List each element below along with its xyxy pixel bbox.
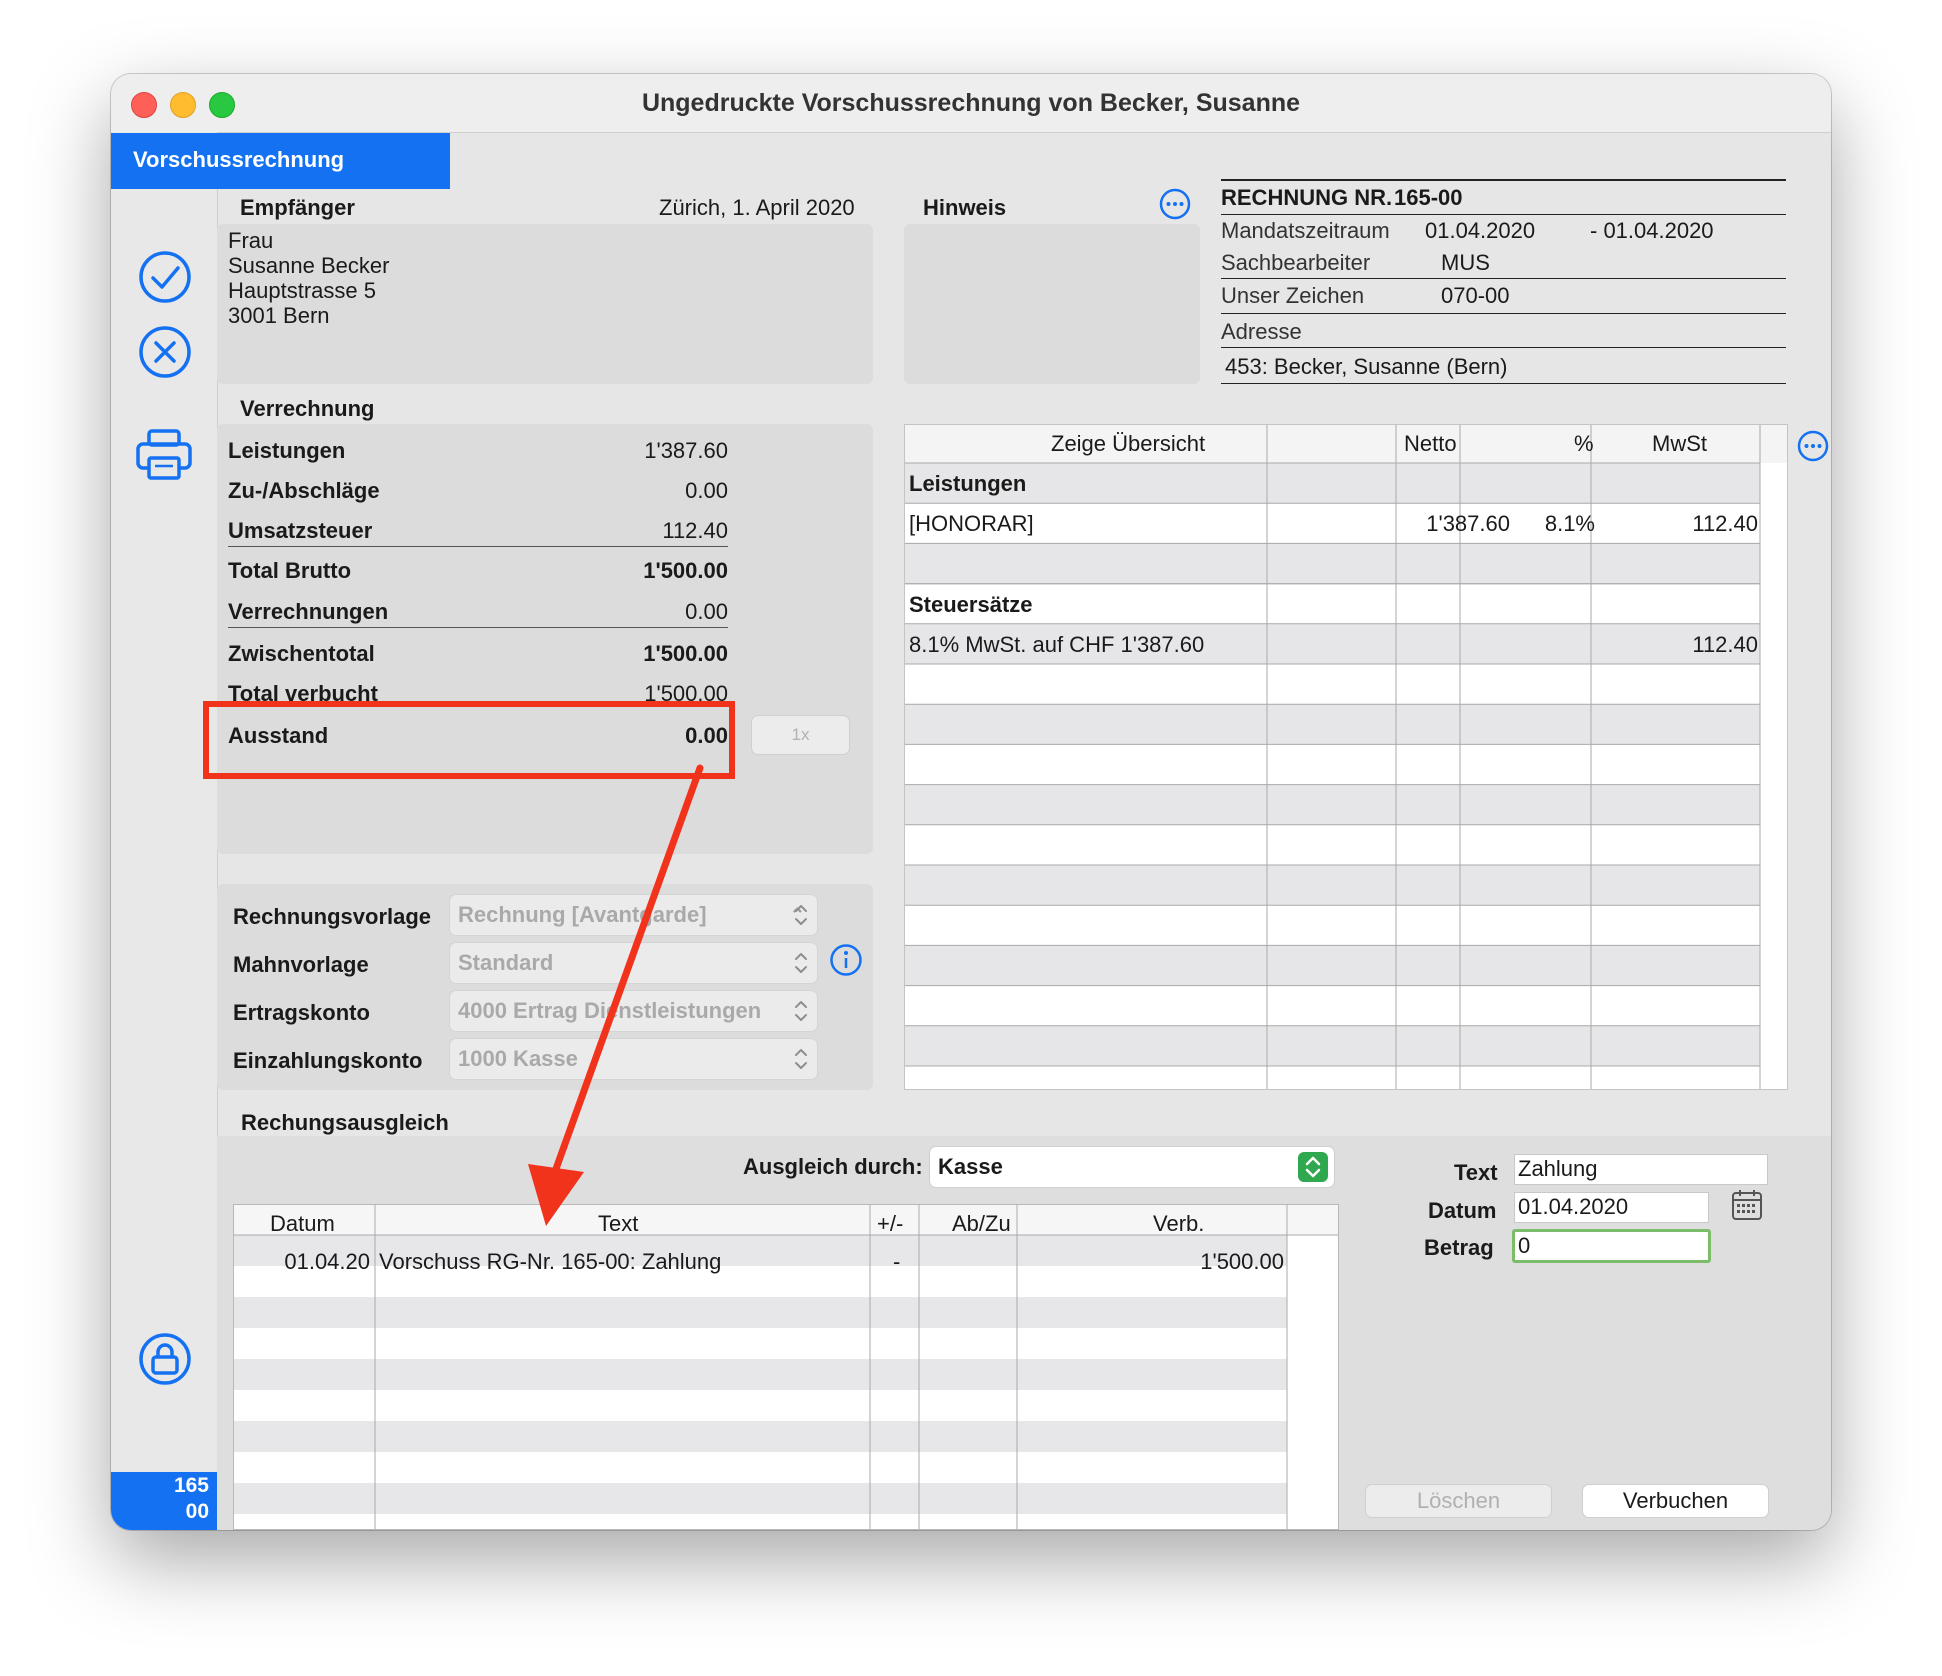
total-brutto-value: 1'500.00 bbox=[643, 558, 728, 583]
overview-section-steuersaetze: Steuersätze bbox=[909, 592, 1033, 617]
overview-header-pct: % bbox=[1574, 431, 1594, 456]
rechnungsvorlage-label: Rechnungsvorlage bbox=[233, 904, 432, 929]
period-to: - 01.04.2020 bbox=[1590, 218, 1714, 243]
invoice-number-label: RECHNUNG NR. bbox=[1221, 185, 1393, 210]
annotation-arrow-icon bbox=[528, 764, 704, 1226]
zuschlaege-label: Zu-/Abschläge bbox=[228, 478, 380, 503]
leistungen-label: Leistungen bbox=[228, 438, 346, 463]
leistungen-value: 1'387.60 bbox=[644, 438, 728, 463]
zuschlaege-value: 0.00 bbox=[685, 478, 728, 503]
ausgleich-header-datum: Datum bbox=[270, 1211, 335, 1236]
calendar-icon[interactable] bbox=[1731, 1188, 1763, 1222]
overview-more-icon[interactable] bbox=[1797, 430, 1829, 462]
entry-betrag-label: Betrag bbox=[1424, 1235, 1494, 1260]
title-bar: Ungedruckte Vorschussrechnung von Becker… bbox=[111, 74, 1831, 133]
overview-header-mwst: MwSt bbox=[1652, 431, 1707, 456]
reference-value: 070-00 bbox=[1441, 283, 1510, 308]
lock-icon[interactable] bbox=[137, 1331, 193, 1387]
ertragskonto-label: Ertragskonto bbox=[233, 1000, 370, 1025]
ausgleich-heading: Rechungsausgleich bbox=[241, 1110, 449, 1135]
overview-item-text: [HONORAR] bbox=[909, 511, 1034, 536]
verrechnung-heading: Verrechnung bbox=[240, 396, 375, 421]
hinweis-more-icon[interactable] bbox=[1159, 188, 1191, 220]
period-label: Mandatszeitraum bbox=[1221, 218, 1390, 243]
overview-item-pct: 8.1% bbox=[1544, 511, 1595, 536]
entry-betrag-input[interactable]: 0 bbox=[1512, 1229, 1711, 1263]
confirm-check-icon[interactable] bbox=[137, 249, 193, 305]
clerk-label: Sachbearbeiter bbox=[1221, 250, 1371, 275]
select-stepper-icon bbox=[1298, 1152, 1328, 1182]
printer-icon[interactable] bbox=[135, 428, 193, 482]
info-icon[interactable] bbox=[829, 943, 863, 977]
ausgleich-row-verb: 1'500.00 bbox=[1200, 1249, 1284, 1274]
overview-item-mwst: 112.40 bbox=[1692, 511, 1758, 536]
overview-tax-text: 8.1% MwSt. auf CHF 1'387.60 bbox=[909, 632, 1205, 657]
overview-header-netto: Netto bbox=[1404, 431, 1457, 456]
address-value[interactable]: 453: Becker, Susanne (Bern) bbox=[1225, 354, 1508, 380]
invoice-number-value: 165-00 bbox=[1394, 185, 1463, 210]
overview-table[interactable]: Zeige Übersicht Netto % MwSt Leistungen … bbox=[904, 424, 1788, 1090]
ausgleich-row-sign: - bbox=[893, 1249, 901, 1274]
hinweis-heading: Hinweis bbox=[923, 195, 1007, 220]
zwischentotal-label: Zwischentotal bbox=[228, 641, 375, 666]
window-title: Ungedruckte Vorschussrechnung von Becker… bbox=[641, 89, 1301, 117]
umsatzsteuer-value: 112.40 bbox=[662, 518, 728, 543]
ausgleich-table[interactable]: Datum Text +/- Ab/Zu Verb. 01.04.20 Vors… bbox=[233, 1204, 1339, 1530]
ausgleich-row-text: Vorschuss RG-Nr. 165-00: Zahlung bbox=[379, 1249, 722, 1274]
entry-text-label: Text bbox=[1454, 1160, 1498, 1185]
reference-label: Unser Zeichen bbox=[1221, 283, 1365, 308]
verrechnungen-label: Verrechnungen bbox=[228, 599, 389, 624]
ausgleich-row-datum: 01.04.20 bbox=[284, 1249, 370, 1274]
mahnvorlage-label: Mahnvorlage bbox=[233, 952, 369, 977]
verrechnungen-value: 0.00 bbox=[685, 599, 728, 624]
tab-vorschussrechnung[interactable]: Vorschussrechnung bbox=[111, 133, 450, 189]
overview-section-leistungen: Leistungen bbox=[909, 471, 1027, 496]
ausgleich-by-select[interactable]: Kasse bbox=[929, 1146, 1335, 1188]
hinweis-box[interactable] bbox=[904, 224, 1200, 384]
ausgleich-header-abzu: Ab/Zu bbox=[952, 1211, 1011, 1236]
clerk-value: MUS bbox=[1441, 250, 1490, 275]
period-from: 01.04.2020 bbox=[1425, 218, 1536, 243]
recipient-address-box[interactable]: Frau Susanne Becker Hauptstrasse 5 3001 … bbox=[217, 224, 873, 384]
entry-datum-input[interactable]: 01.04.2020 bbox=[1514, 1192, 1709, 1223]
place-date: Zürich, 1. April 2020 bbox=[659, 195, 855, 220]
invoice-number-badge: 165 00 bbox=[111, 1472, 217, 1530]
ausgleich-by-label: Ausgleich durch: bbox=[743, 1154, 923, 1179]
recipient-heading: Empfänger bbox=[240, 195, 355, 220]
ausgleich-header-verb: Verb. bbox=[1153, 1211, 1205, 1236]
cancel-x-icon[interactable] bbox=[137, 324, 193, 380]
ausgleich-header-sign: +/- bbox=[877, 1211, 904, 1236]
invoice-window: Ungedruckte Vorschussrechnung von Becker… bbox=[111, 74, 1831, 1530]
select-chevrons-icon bbox=[795, 905, 807, 1069]
overview-header-title: Zeige Übersicht bbox=[1051, 431, 1206, 456]
zwischentotal-value: 1'500.00 bbox=[643, 641, 728, 666]
book-button[interactable]: Verbuchen bbox=[1582, 1484, 1769, 1518]
total-brutto-label: Total Brutto bbox=[228, 558, 352, 583]
entry-datum-label: Datum bbox=[1428, 1198, 1497, 1223]
times-one-button[interactable]: 1x bbox=[751, 715, 850, 755]
delete-button[interactable]: Löschen bbox=[1365, 1484, 1552, 1518]
overview-item-netto: 1'387.60 bbox=[1426, 511, 1510, 536]
einzahlungskonto-label: Einzahlungskonto bbox=[233, 1048, 423, 1073]
address-label: Adresse bbox=[1221, 319, 1302, 344]
overview-tax-mwst: 112.40 bbox=[1692, 632, 1758, 657]
entry-text-input[interactable]: Zahlung bbox=[1514, 1154, 1768, 1185]
umsatzsteuer-label: Umsatzsteuer bbox=[228, 518, 373, 543]
